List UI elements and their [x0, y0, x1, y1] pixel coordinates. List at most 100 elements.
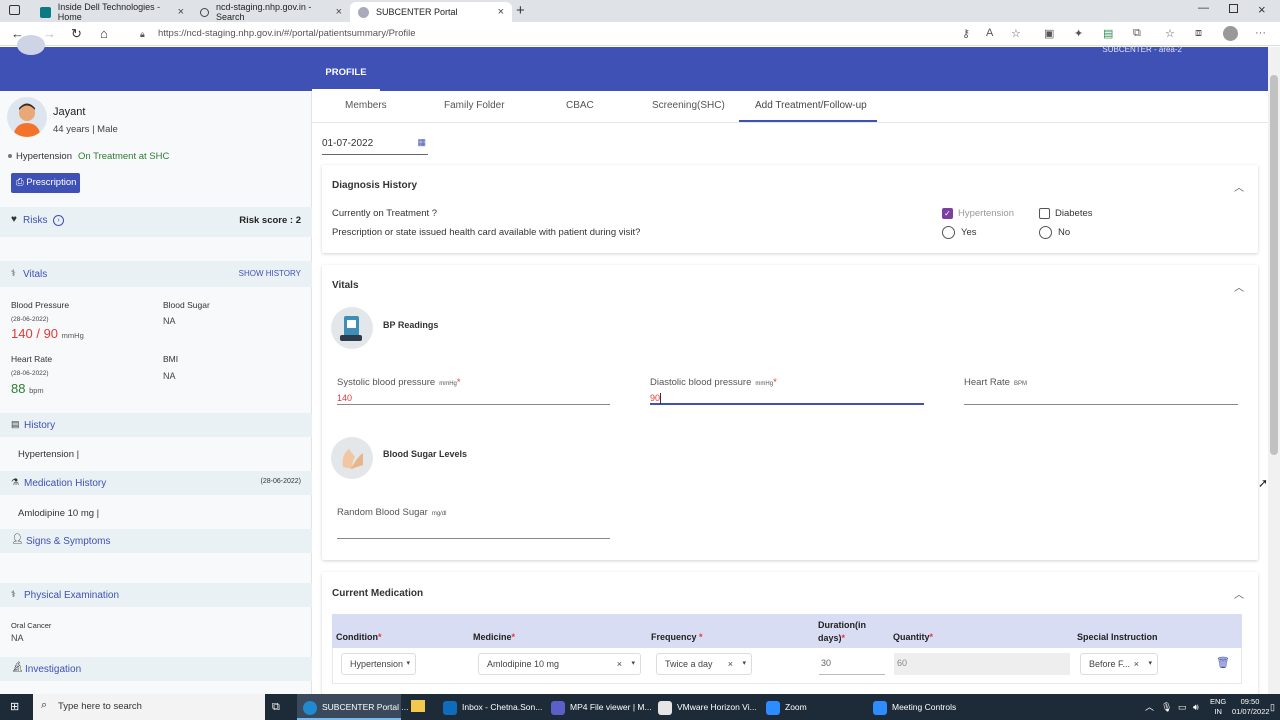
- taskbar-app-edge[interactable]: SUBCENTER Portal ...: [297, 694, 408, 720]
- taskbar-search[interactable]: ⌕ Type here to search: [33, 694, 265, 720]
- taskbar-app-label: Meeting Controls: [892, 702, 957, 712]
- search-icon: ⌕: [41, 699, 48, 711]
- info-icon[interactable]: ›: [53, 215, 64, 226]
- yes-radio[interactable]: [942, 226, 955, 239]
- profile-avatar-icon[interactable]: [1223, 26, 1238, 41]
- show-history-link[interactable]: SHOW HISTORY: [239, 269, 301, 278]
- close-icon[interactable]: ×: [178, 6, 184, 18]
- medication-history-title: Medication History: [24, 478, 107, 489]
- hypertension-option-label: Hypertension: [958, 208, 1014, 219]
- oral-cancer-value: NA: [11, 633, 24, 643]
- special-instruction-select[interactable]: Before F... × ▾: [1080, 653, 1158, 675]
- chevron-up-icon[interactable]: ︿: [1234, 279, 1244, 294]
- vitals-section-header: ⚕ Vitals SHOW HISTORY: [0, 261, 312, 287]
- tab-screening[interactable]: Screening(SHC): [652, 100, 725, 111]
- extension-icon[interactable]: ▣: [1044, 27, 1054, 40]
- extension-icon[interactable]: ✦: [1074, 27, 1083, 40]
- maximize-icon[interactable]: [1229, 4, 1238, 13]
- browser-tab-subcenter[interactable]: SUBCENTER Portal ×: [350, 2, 512, 22]
- tab-add-treatment[interactable]: Add Treatment/Follow-up: [755, 100, 867, 111]
- language-indicator[interactable]: ENG IN: [1210, 697, 1226, 717]
- medicine-select[interactable]: Amlodipine 10 mg × ▾: [478, 653, 641, 675]
- no-radio[interactable]: [1039, 226, 1052, 239]
- condition-value: Hypertension: [350, 659, 404, 669]
- url-field[interactable]: 🔒︎ https://ncd-staging.nhp.gov.in/#/port…: [132, 25, 952, 43]
- required-mark: *: [456, 377, 461, 388]
- minimize-icon[interactable]: —: [1198, 2, 1209, 14]
- browser-tab-dell[interactable]: Inside Dell Technologies - Home ×: [32, 2, 192, 22]
- patient-name: Jayant: [53, 106, 86, 118]
- chevron-up-icon[interactable]: ︿: [1234, 179, 1244, 194]
- taskbar-app-label: SUBCENTER Portal ...: [322, 702, 409, 712]
- chevron-up-icon[interactable]: ︿: [1234, 586, 1244, 601]
- close-window-icon[interactable]: ×: [1258, 2, 1266, 17]
- browser-tab-search[interactable]: ncd-staging.nhp.gov.in - Search ×: [192, 2, 350, 22]
- extensions-puzzle-icon[interactable]: ⧉: [1133, 27, 1141, 40]
- network-icon[interactable]: ▭: [1178, 694, 1187, 720]
- tab-profile[interactable]: PROFILE: [312, 47, 380, 91]
- collections-icon[interactable]: ⧈: [1195, 27, 1202, 40]
- risk-score: Risk score : 2: [239, 215, 301, 226]
- yes-option-label: Yes: [961, 227, 977, 238]
- forward-icon[interactable]: →: [43, 26, 56, 41]
- clear-icon[interactable]: ×: [1134, 654, 1139, 674]
- required-mark: *: [929, 632, 934, 642]
- risks-title[interactable]: Risks: [23, 215, 47, 226]
- chevron-up-icon[interactable]: ︿: [1145, 694, 1154, 720]
- tab-actions-icon[interactable]: [9, 5, 20, 15]
- hypertension-checkbox[interactable]: ✓: [942, 208, 953, 219]
- taskbar-app-meeting-controls[interactable]: Meeting Controls: [869, 694, 973, 720]
- diabetes-checkbox[interactable]: [1039, 208, 1050, 219]
- calendar-icon[interactable]: ▦: [417, 137, 426, 148]
- favorites-icon[interactable]: ☆: [1165, 27, 1175, 40]
- home-icon[interactable]: ⌂: [100, 26, 108, 41]
- patient-age-gender: 44 years | Male: [53, 124, 118, 135]
- bp-date: (28-06-2022): [11, 316, 49, 323]
- tab-members[interactable]: Members: [345, 100, 387, 111]
- systolic-field[interactable]: Systolic blood pressure mmHg* 140: [337, 377, 610, 405]
- prescription-button[interactable]: ⎙ Prescription: [11, 173, 80, 193]
- diabetes-option-label: Diabetes: [1055, 208, 1093, 219]
- delete-icon[interactable]: 🗑︎: [1216, 656, 1230, 669]
- new-tab-icon[interactable]: +: [516, 2, 525, 19]
- tab-cbac[interactable]: CBAC: [566, 100, 594, 111]
- notification-icon[interactable]: ▯: [1270, 694, 1275, 720]
- header-condition: Condition*: [336, 632, 382, 642]
- frequency-select[interactable]: Twice a day × ▾: [656, 653, 752, 675]
- date-field[interactable]: 01-07-2022 ▦: [322, 137, 428, 155]
- refresh-icon[interactable]: ↻: [71, 26, 82, 42]
- clear-icon[interactable]: ×: [728, 654, 733, 674]
- favorite-add-icon[interactable]: ☆: [1011, 27, 1021, 40]
- diastolic-field[interactable]: Diastolic blood pressure mmHg* 90: [650, 377, 924, 405]
- read-aloud-icon[interactable]: A: [986, 27, 993, 39]
- duration-input[interactable]: 30: [819, 653, 885, 675]
- volume-icon[interactable]: 🔊︎: [1193, 694, 1199, 720]
- more-icon[interactable]: ···: [1255, 27, 1266, 39]
- task-view-icon[interactable]: ⧉: [272, 694, 280, 720]
- bp-separator: /: [36, 326, 40, 341]
- scrollbar-thumb[interactable]: [1270, 75, 1278, 455]
- taskbar-app-outlook[interactable]: Inbox - Chetna.Son...: [439, 694, 543, 720]
- header-quantity-text: Quantity: [893, 632, 930, 642]
- extension-icon[interactable]: ▤: [1103, 27, 1113, 40]
- tab-family-folder[interactable]: Family Folder: [444, 100, 505, 111]
- bp-value: 140 / 90 mmHg: [11, 326, 84, 341]
- random-blood-sugar-unit: mg/dl: [431, 511, 447, 517]
- microphone-icon[interactable]: 🎙︎: [1161, 694, 1172, 720]
- clear-icon[interactable]: ×: [617, 654, 622, 674]
- file-explorer-icon[interactable]: [411, 700, 425, 712]
- windows-start-icon[interactable]: ⊞: [10, 694, 19, 720]
- key-icon[interactable]: ⚷: [962, 27, 970, 40]
- random-blood-sugar-field[interactable]: Random Blood Sugar mg/dl: [337, 507, 610, 539]
- close-icon[interactable]: ×: [336, 6, 342, 18]
- pills-icon: ⚗: [11, 477, 20, 487]
- heart-rate-field[interactable]: Heart Rate BPM: [964, 377, 1238, 405]
- close-icon[interactable]: ×: [498, 6, 504, 18]
- taskbar-app-zoom[interactable]: Zoom: [762, 694, 866, 720]
- clock[interactable]: 09:50 01/07/2022: [1232, 697, 1270, 717]
- condition-select[interactable]: Hypertension ▾: [341, 653, 416, 675]
- page-scrollbar[interactable]: [1268, 47, 1280, 694]
- taskbar-app-vmware[interactable]: VMware Horizon Vi...: [654, 694, 758, 720]
- taskbar-app-mp4[interactable]: MP4 File viewer | M...: [547, 694, 652, 720]
- condition-label: Hypertension: [16, 151, 72, 162]
